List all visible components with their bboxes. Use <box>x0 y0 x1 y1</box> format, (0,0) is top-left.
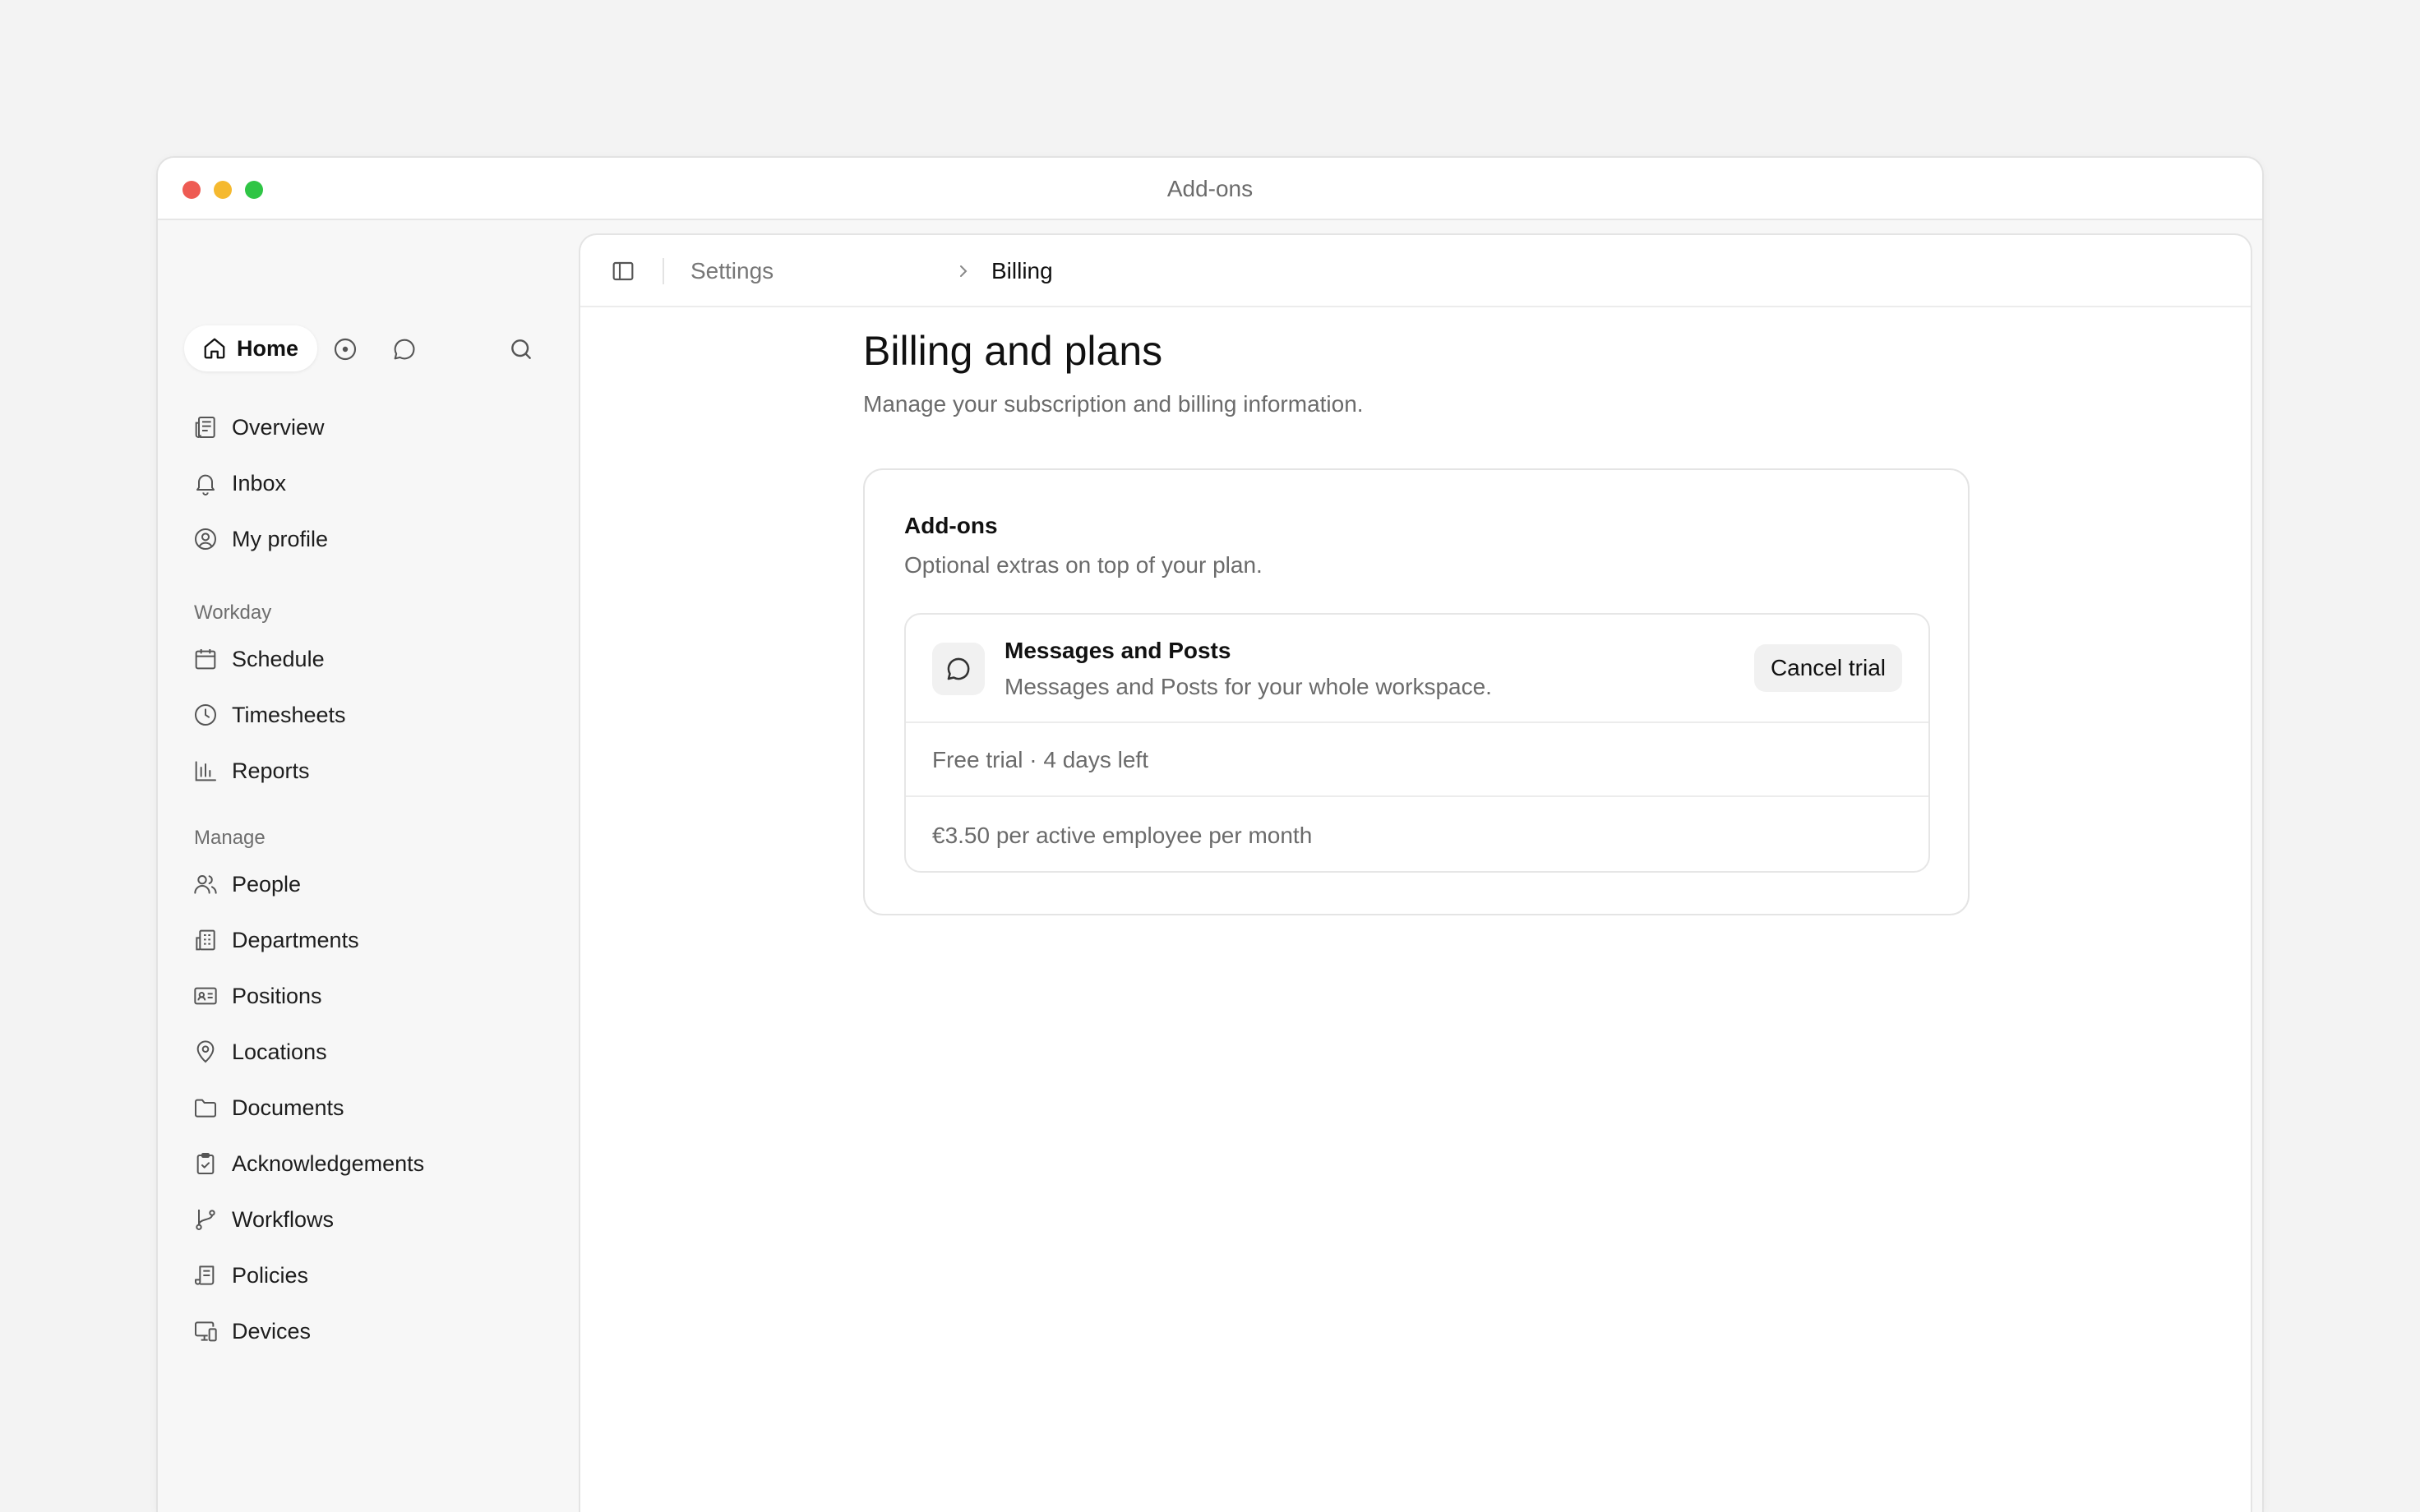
folder-icon <box>195 1099 216 1118</box>
section-label-workday: Workday <box>194 602 272 624</box>
breadcrumb-current: Billing <box>991 258 1053 284</box>
clipboard-check-icon <box>196 1153 215 1174</box>
sidebar-item-locations[interactable]: Locations <box>192 1029 554 1075</box>
window-title: Add-ons <box>1166 176 1254 201</box>
sidebar-toggle-icon[interactable] <box>610 258 636 284</box>
sidebar-item-positions[interactable]: Positions <box>192 973 554 1019</box>
sidebar-item-devices[interactable]: Devices <box>192 1308 554 1354</box>
message-bubble-icon <box>947 657 970 680</box>
cancel-trial-button[interactable]: Cancel trial <box>1753 644 1902 692</box>
home-icon <box>204 338 225 359</box>
sidebar-item-policies[interactable]: Policies <box>192 1252 554 1298</box>
sidebar-top-bar: Home <box>184 325 561 371</box>
users-icon <box>194 875 217 894</box>
addon-name: Messages and Posts <box>1004 638 1231 663</box>
bell-icon <box>196 474 215 496</box>
sidebar-item-label: Policies <box>232 1262 309 1288</box>
sidebar-item-departments[interactable]: Departments <box>192 917 554 963</box>
sidebar-item-schedule[interactable]: Schedule <box>192 636 554 682</box>
sidebar-item-acknowledgements[interactable]: Acknowledgements <box>192 1141 554 1187</box>
addon-trial-status: Free trial · 4 days left <box>906 723 1928 797</box>
app-window: Add-ons Home Overview Inbox My profile W… <box>156 156 2264 1512</box>
sidebar-item-label: Documents <box>232 1095 344 1120</box>
addon-header: Messages and Posts Messages and Posts fo… <box>906 615 1928 723</box>
sidebar-item-label: Workflows <box>232 1206 335 1232</box>
addons-card: Add-ons Optional extras on top of your p… <box>863 468 1970 915</box>
page-title: Billing and plans <box>863 328 1163 374</box>
sidebar-item-my-profile[interactable]: My profile <box>192 516 554 562</box>
id-card-icon <box>194 987 217 1005</box>
calendar-icon <box>195 649 216 670</box>
addon-icon-tile <box>932 643 985 695</box>
scroll-icon <box>195 1265 215 1285</box>
sidebar: Home Overview Inbox My profile Workday S… <box>158 220 577 1512</box>
search-icon[interactable] <box>508 336 534 362</box>
user-circle-icon <box>195 528 216 550</box>
sidebar-item-label: Departments <box>232 927 359 952</box>
addons-card-title: Add-ons <box>904 513 998 538</box>
sidebar-item-timesheets[interactable]: Timesheets <box>192 692 554 738</box>
sidebar-item-label: Inbox <box>232 470 287 496</box>
sidebar-item-reports[interactable]: Reports <box>192 748 554 794</box>
sidebar-item-people[interactable]: People <box>192 861 554 907</box>
breadcrumb: Settings Billing <box>580 235 2251 307</box>
home-label: Home <box>237 335 299 361</box>
chevron-right-icon <box>960 265 968 277</box>
section-label-manage: Manage <box>194 827 266 849</box>
main-panel: Settings Billing Billing and plans Manag… <box>579 233 2252 1512</box>
addon-price: €3.50 per active employee per month <box>932 823 1313 848</box>
sidebar-item-label: Schedule <box>232 646 325 671</box>
monitor-phone-icon <box>195 1321 217 1342</box>
sidebar-item-label: Positions <box>232 983 322 1008</box>
addon-item: Messages and Posts Messages and Posts fo… <box>904 613 1930 873</box>
sidebar-item-label: Overview <box>232 414 325 440</box>
clock-icon <box>195 704 216 726</box>
newspaper-icon <box>195 417 215 438</box>
sidebar-item-workflows[interactable]: Workflows <box>192 1196 554 1242</box>
page-subtitle: Manage your subscription and billing inf… <box>863 391 1364 417</box>
sidebar-item-label: People <box>232 871 302 897</box>
addons-card-subtitle: Optional extras on top of your plan. <box>904 552 1263 578</box>
sidebar-item-label: Acknowledgements <box>232 1150 425 1176</box>
addon-description: Messages and Posts for your whole worksp… <box>1004 674 1492 699</box>
title-bar: Add-ons <box>158 158 2262 220</box>
bar-chart-icon <box>195 761 216 781</box>
chat-icon[interactable] <box>391 336 418 362</box>
sidebar-item-label: Devices <box>232 1318 312 1344</box>
sidebar-item-label: My profile <box>232 526 329 551</box>
sidebar-item-inbox[interactable]: Inbox <box>192 460 554 506</box>
sidebar-item-label: Locations <box>232 1039 327 1064</box>
breadcrumb-settings-link[interactable]: Settings <box>690 235 774 307</box>
home-button[interactable]: Home <box>184 325 317 371</box>
building-icon <box>196 929 215 951</box>
git-branch-icon <box>196 1210 215 1230</box>
sidebar-item-label: Reports <box>232 758 310 783</box>
sidebar-item-documents[interactable]: Documents <box>192 1085 554 1131</box>
sidebar-item-overview[interactable]: Overview <box>192 404 554 450</box>
map-pin-icon <box>196 1040 215 1063</box>
activity-icon[interactable] <box>332 336 358 362</box>
sidebar-item-label: Timesheets <box>232 702 346 727</box>
breadcrumb-divider <box>663 258 664 284</box>
